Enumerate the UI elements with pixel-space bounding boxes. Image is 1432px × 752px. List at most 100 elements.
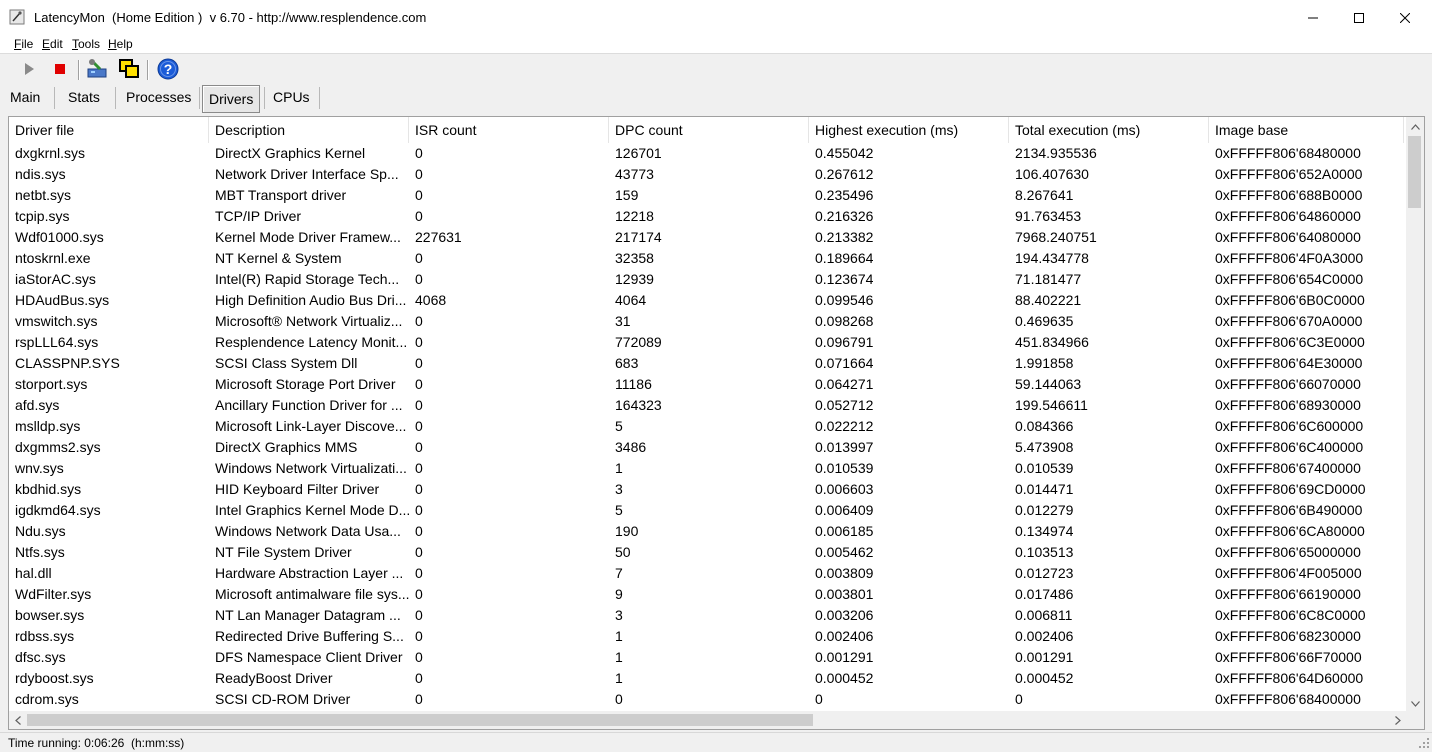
scroll-up-button[interactable]	[1406, 117, 1424, 134]
column-header-total-execution[interactable]: Total execution (ms)	[1009, 117, 1209, 143]
horizontal-scrollbar[interactable]	[9, 711, 1406, 729]
table-row[interactable]: rdyboost.sys ReadyBoost Driver 0 1 0.000452 0…	[9, 668, 1404, 689]
status-bar: Time running: 0:06:26 (h:mm:ss)	[0, 732, 1432, 750]
cell-image-base: 0xFFFFF806'6C3E0000	[1215, 334, 1365, 350]
table-row[interactable]: dxgkrnl.sys DirectX Graphics Kernel 0 12670…	[9, 143, 1404, 164]
table-row[interactable]: Wdf01000.sys Kernel Mode Driver Framew...…	[9, 227, 1404, 248]
maximize-button[interactable]	[1336, 0, 1382, 36]
cell-dpc-count: 3	[615, 607, 623, 623]
table-row[interactable]: dfsc.sys DFS Namespace Client Driver 0 1 0.0…	[9, 647, 1404, 668]
column-header-image-base[interactable]: Image base	[1209, 117, 1404, 143]
cell-isr-count: 0	[415, 313, 423, 329]
vertical-scroll-thumb[interactable]	[1408, 136, 1421, 208]
column-header-driver-file[interactable]: Driver file	[9, 117, 209, 143]
cell-image-base: 0xFFFFF806'64860000	[1215, 208, 1361, 224]
help-button[interactable]: ?	[156, 58, 180, 82]
tab-processes[interactable]: Processes	[120, 84, 197, 110]
tab-stats[interactable]: Stats	[62, 84, 106, 110]
cell-highest-execution: 0.000452	[815, 670, 874, 686]
cell-description: Redirected Drive Buffering S...	[215, 628, 404, 644]
cell-image-base: 0xFFFFF806'66070000	[1215, 376, 1361, 392]
table-row[interactable]: afd.sys Ancillary Function Driver for ...…	[9, 395, 1404, 416]
cell-dpc-count: 1	[615, 628, 623, 644]
cell-description: MBT Transport driver	[215, 187, 347, 203]
cell-dpc-count: 1	[615, 649, 623, 665]
cell-description: DirectX Graphics Kernel	[215, 145, 366, 161]
cell-dpc-count: 159	[615, 187, 639, 203]
cell-dpc-count: 5	[615, 418, 623, 434]
cell-dpc-count: 11186	[615, 376, 652, 392]
tab-separator	[54, 87, 55, 109]
table-row[interactable]: kbdhid.sys HID Keyboard Filter Driver 0 3 0.…	[9, 479, 1404, 500]
windows-tool-button[interactable]	[117, 58, 141, 82]
cell-driver-file: iaStorAC.sys	[15, 271, 96, 287]
table-row[interactable]: Ntfs.sys NT File System Driver 0 50 0.005462…	[9, 542, 1404, 563]
cell-isr-count: 0	[415, 649, 423, 665]
menu-edit[interactable]: Edit	[42, 37, 63, 51]
table-row[interactable]: ntoskrnl.exe NT Kernel & System 0 32358 0.18…	[9, 248, 1404, 269]
resize-grip-icon[interactable]	[1418, 737, 1430, 749]
table-row[interactable]: tcpip.sys TCP/IP Driver 0 12218 0.216326 91.7…	[9, 206, 1404, 227]
maximize-icon	[1354, 13, 1364, 23]
table-row[interactable]: cdrom.sys SCSI CD-ROM Driver 0 0 0 0 0xFFFFF80…	[9, 689, 1404, 710]
cell-total-execution: 0.103513	[1015, 544, 1074, 560]
close-button[interactable]	[1382, 0, 1428, 36]
stop-button[interactable]	[48, 58, 72, 82]
column-header-dpc-count[interactable]: DPC count	[609, 117, 809, 143]
column-header-isr-count[interactable]: ISR count	[409, 117, 609, 143]
table-row[interactable]: dxgmms2.sys DirectX Graphics MMS 0 3486 0.01…	[9, 437, 1404, 458]
column-header-highest-execution[interactable]: Highest execution (ms)	[809, 117, 1009, 143]
scroll-right-button[interactable]	[1389, 711, 1406, 729]
cell-highest-execution: 0.052712	[815, 397, 874, 413]
table-row[interactable]: mslldp.sys Microsoft Link-Layer Discove..…	[9, 416, 1404, 437]
cell-image-base: 0xFFFFF806'68230000	[1215, 628, 1361, 644]
table-row[interactable]: rdbss.sys Redirected Drive Buffering S...…	[9, 626, 1404, 647]
cell-driver-file: Wdf01000.sys	[15, 229, 104, 245]
table-row[interactable]: Ndu.sys Windows Network Data Usa... 0 190 0.…	[9, 521, 1404, 542]
table-row[interactable]: vmswitch.sys Microsoft® Network Virtualiz…	[9, 311, 1404, 332]
cell-driver-file: hal.dll	[15, 565, 52, 581]
minimize-button[interactable]	[1290, 0, 1336, 36]
cell-dpc-count: 5	[615, 502, 623, 518]
cell-driver-file: HDAudBus.sys	[15, 292, 110, 308]
cell-highest-execution: 0.235496	[815, 187, 874, 203]
cell-isr-count: 0	[415, 397, 423, 413]
cell-dpc-count: 164323	[615, 397, 662, 413]
drivers-tool-button[interactable]	[85, 58, 109, 82]
menu-help[interactable]: Help	[108, 37, 133, 51]
cell-total-execution: 8.267641	[1015, 187, 1074, 203]
column-header-description[interactable]: Description	[209, 117, 409, 143]
scroll-down-button[interactable]	[1406, 694, 1424, 711]
tab-drivers[interactable]: Drivers	[202, 85, 261, 113]
table-row[interactable]: bowser.sys NT Lan Manager Datagram ... 0 3 0…	[9, 605, 1404, 626]
cell-driver-file: CLASSPNP.SYS	[15, 355, 120, 371]
scrollbar-corner	[1406, 711, 1424, 729]
tab-main[interactable]: Main	[4, 84, 46, 110]
start-button[interactable]	[17, 58, 41, 82]
table-row[interactable]: WdFilter.sys Microsoft antimalware file s…	[9, 584, 1404, 605]
table-row[interactable]: iaStorAC.sys Intel(R) Rapid Storage Tech.…	[9, 269, 1404, 290]
table-row[interactable]: wnv.sys Windows Network Virtualizati... 0 1…	[9, 458, 1404, 479]
table-row[interactable]: CLASSPNP.SYS SCSI Class System Dll 0 683 0.0…	[9, 353, 1404, 374]
cell-isr-count: 0	[415, 334, 423, 350]
cell-image-base: 0xFFFFF806'6C400000	[1215, 439, 1364, 455]
cell-image-base: 0xFFFFF806'6CA80000	[1215, 523, 1365, 539]
scroll-left-button[interactable]	[9, 711, 26, 729]
table-row[interactable]: rspLLL64.sys Resplendence Latency Monit..…	[9, 332, 1404, 353]
table-row[interactable]: storport.sys Microsoft Storage Port Drive…	[9, 374, 1404, 395]
tab-cpus[interactable]: CPUs	[267, 84, 316, 110]
horizontal-scroll-thumb[interactable]	[27, 714, 813, 726]
table-row[interactable]: HDAudBus.sys High Definition Audio Bus Dr…	[9, 290, 1404, 311]
table-row[interactable]: igdkmd64.sys Intel Graphics Kernel Mode D…	[9, 500, 1404, 521]
cell-description: HID Keyboard Filter Driver	[215, 481, 380, 497]
table-row[interactable]: netbt.sys MBT Transport driver 0 159 0.23549…	[9, 185, 1404, 206]
cell-dpc-count: 772089	[615, 334, 662, 350]
drivers-list[interactable]: Driver file Description ISR count DPC co…	[8, 116, 1425, 730]
cell-highest-execution: 0.022212	[815, 418, 874, 434]
vertical-scrollbar[interactable]	[1406, 117, 1424, 711]
cell-driver-file: Ndu.sys	[15, 523, 66, 539]
menu-file[interactable]: File	[14, 37, 33, 51]
table-row[interactable]: ndis.sys Network Driver Interface Sp... 0 4…	[9, 164, 1404, 185]
table-row[interactable]: hal.dll Hardware Abstraction Layer ... 0 7 0…	[9, 563, 1404, 584]
menu-tools[interactable]: Tools	[72, 37, 100, 51]
